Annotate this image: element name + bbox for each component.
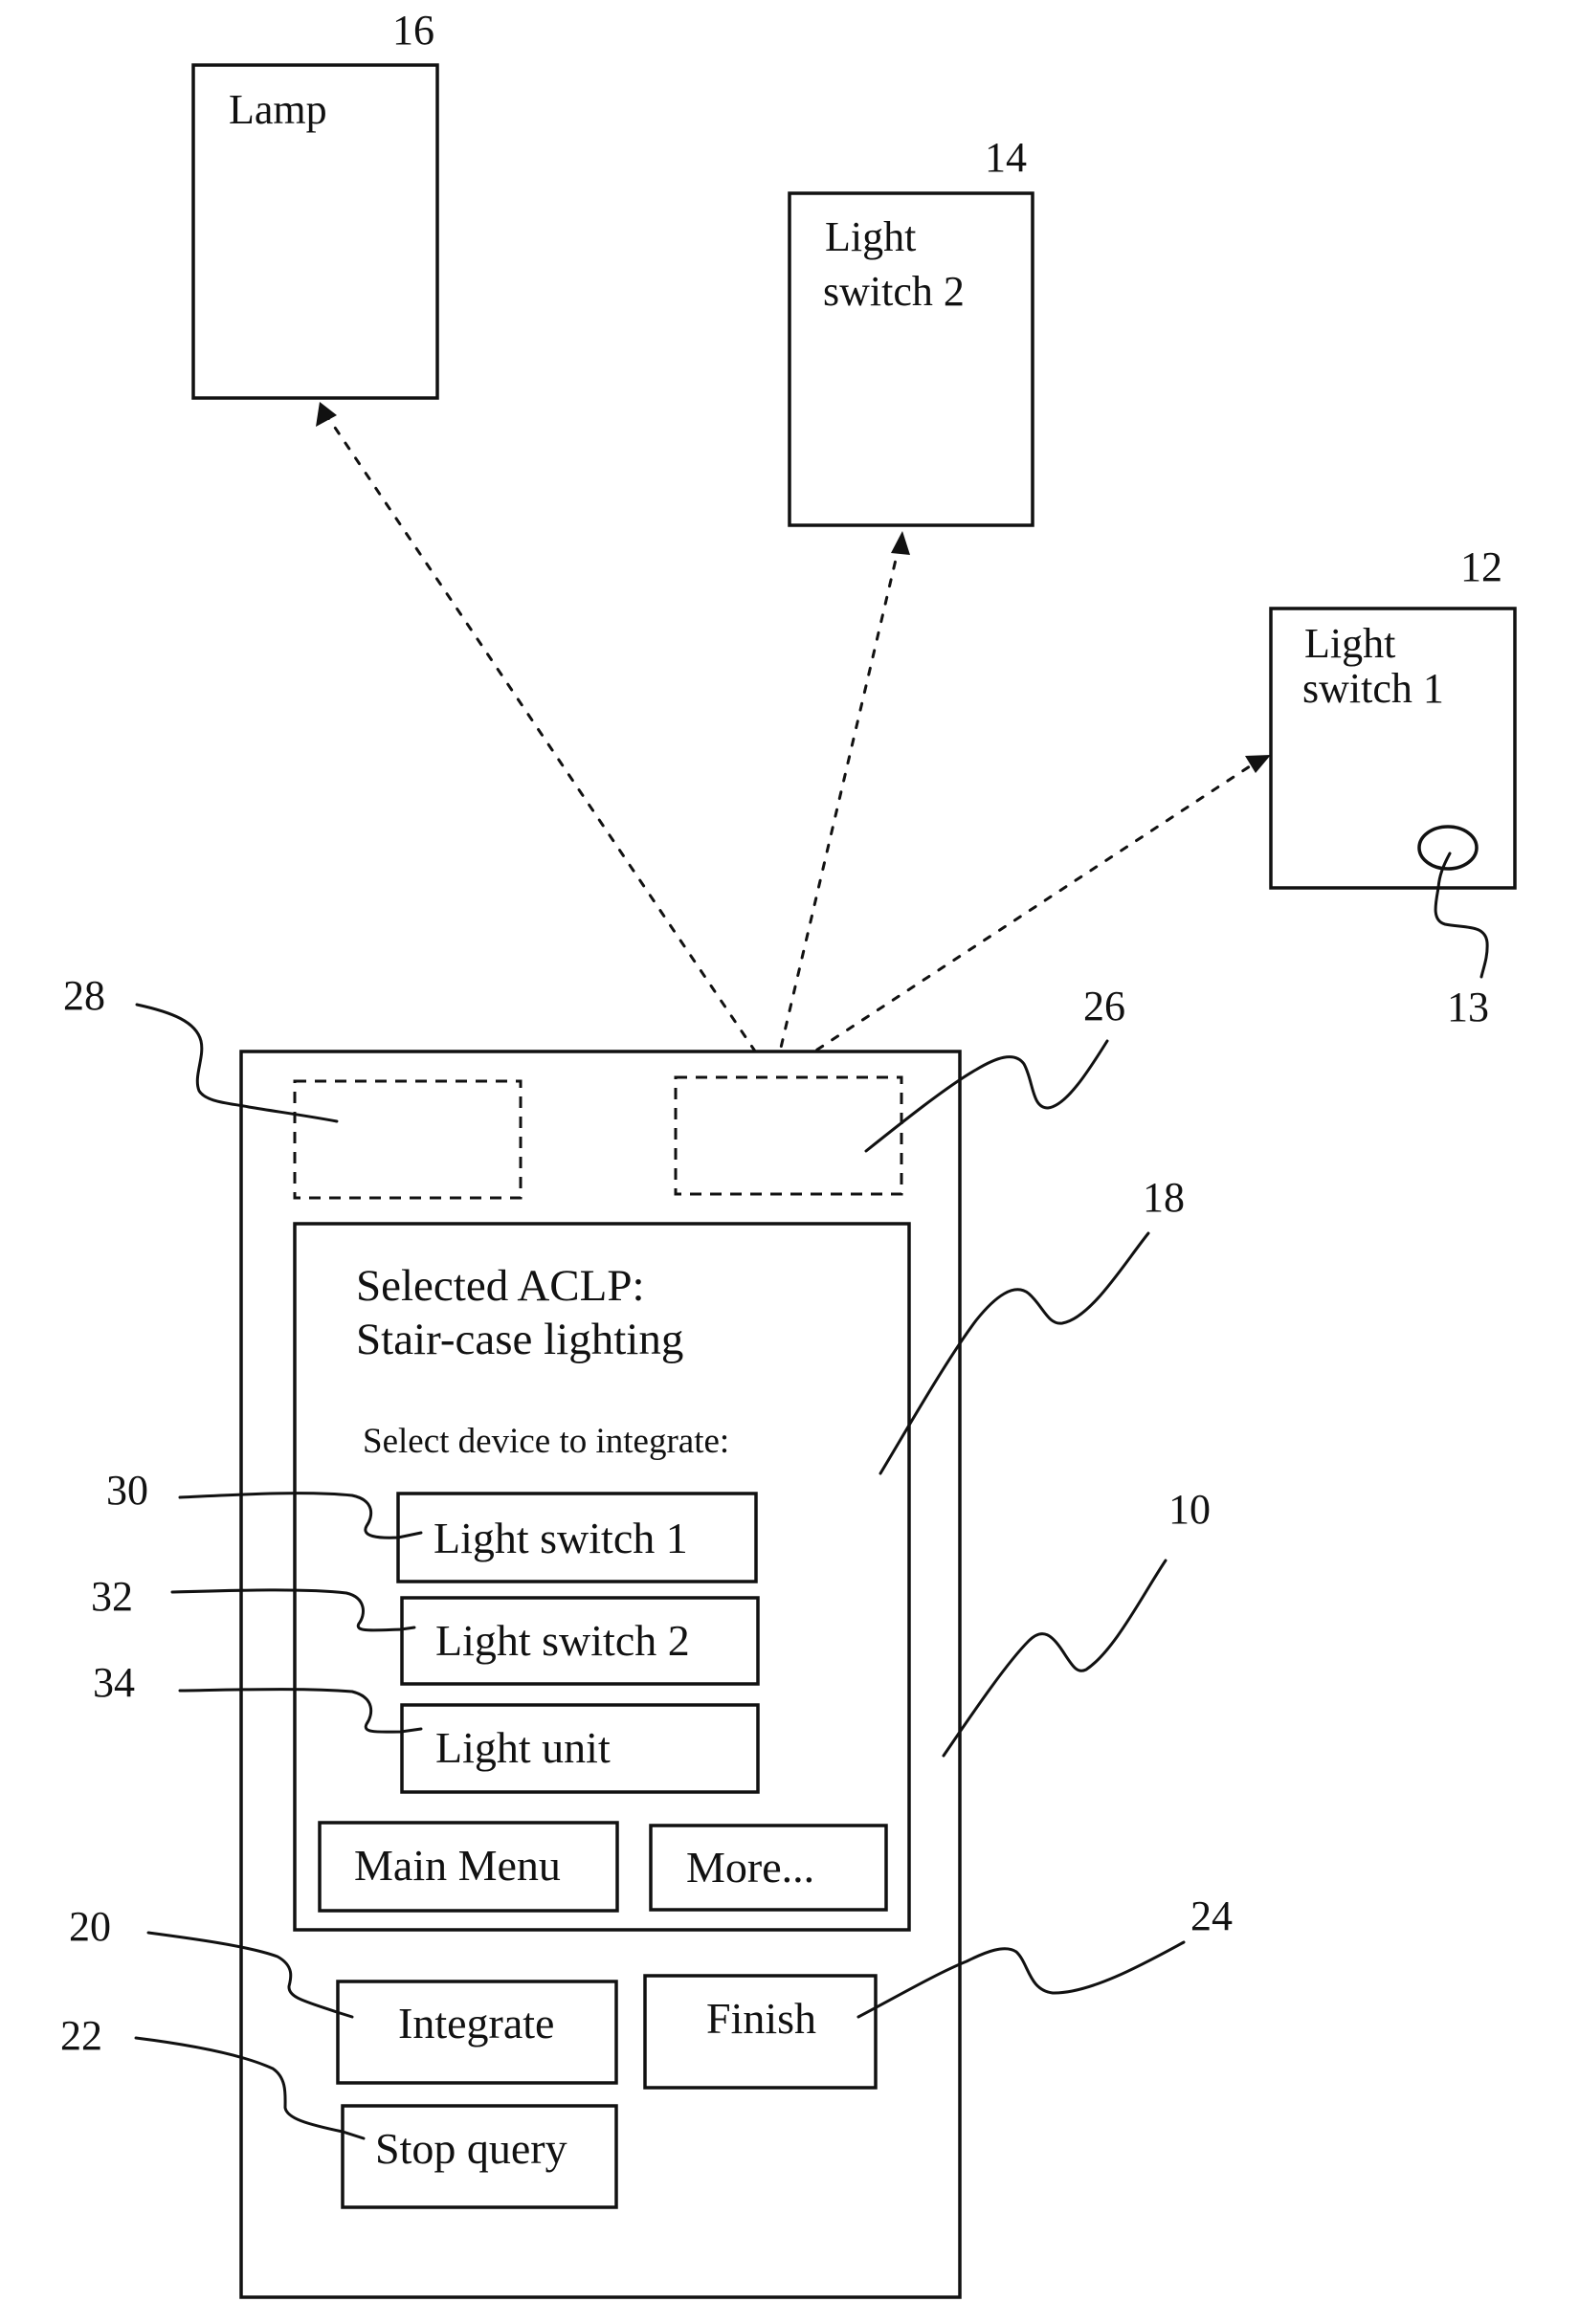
switch-button-icon[interactable]: [1417, 825, 1479, 871]
ref-32: 32: [91, 1573, 133, 1620]
ref-24: 24: [1190, 1892, 1233, 1939]
option-light-switch-1[interactable]: Light switch 1: [396, 1492, 758, 1583]
ref-26: 26: [1083, 983, 1125, 1029]
phone-device: Selected ACLP: Stair-case lighting Selec…: [239, 1050, 962, 2299]
patent-figure: Lamp 16 Light switch 2 14 Light switch 1…: [60, 7, 1517, 2299]
integrate-label: Integrate: [398, 1999, 554, 2047]
finish-button[interactable]: Finish: [643, 1974, 878, 2090]
option-light-switch-2[interactable]: Light switch 2: [400, 1596, 760, 1686]
screen-title-line2: Stair-case lighting: [356, 1315, 683, 1364]
link-to-light-switch-2: [775, 542, 901, 1066]
ref-30: 30: [106, 1467, 148, 1514]
main-menu-button[interactable]: Main Menu: [318, 1821, 619, 1913]
light-switch-2-label-line1: Light: [825, 213, 916, 260]
arrowhead-lamp-icon: [316, 402, 337, 427]
screen-prompt: Select device to integrate:: [363, 1422, 729, 1461]
screen-title-line1: Selected ACLP:: [356, 1261, 645, 1311]
option-light-switch-2-label: Light switch 2: [435, 1616, 690, 1665]
arrowhead-light-switch-1-icon: [1245, 755, 1271, 773]
ref-13: 13: [1447, 984, 1489, 1030]
more-button[interactable]: More...: [649, 1824, 888, 1912]
phone-screen: Selected ACLP: Stair-case lighting Selec…: [293, 1222, 911, 1932]
stop-query-label: Stop query: [375, 2124, 567, 2173]
device-light-switch-2[interactable]: Light switch 2: [788, 191, 1034, 527]
ref-16: 16: [392, 7, 434, 54]
ref-28: 28: [63, 972, 105, 1019]
link-to-light-switch-1: [785, 761, 1257, 1072]
option-light-unit-label: Light unit: [435, 1723, 611, 1772]
option-light-switch-1-label: Light switch 1: [434, 1514, 688, 1562]
ref-18: 18: [1143, 1174, 1185, 1221]
ref-10: 10: [1168, 1486, 1211, 1533]
integrate-button[interactable]: Integrate: [336, 1980, 618, 2085]
device-light-switch-1[interactable]: Light switch 1: [1269, 607, 1517, 890]
finish-label: Finish: [706, 1994, 816, 2043]
lamp-label: Lamp: [229, 86, 327, 133]
link-to-lamp: [323, 411, 767, 1069]
ref-14: 14: [985, 134, 1027, 181]
stop-query-button[interactable]: Stop query: [341, 2104, 618, 2209]
main-menu-label: Main Menu: [354, 1841, 561, 1890]
ref-22: 22: [60, 2012, 102, 2059]
light-switch-1-label-line2: switch 1: [1302, 665, 1444, 712]
ref-20: 20: [69, 1903, 111, 1950]
option-light-unit[interactable]: Light unit: [400, 1703, 760, 1794]
ref-34: 34: [93, 1659, 135, 1706]
light-switch-2-label-line2: switch 2: [823, 268, 965, 315]
ref-12: 12: [1460, 543, 1502, 590]
leader-10: [942, 1559, 1168, 1758]
light-switch-1-label-line1: Light: [1304, 620, 1395, 667]
arrowhead-light-switch-2-icon: [891, 531, 910, 555]
more-label: More...: [686, 1843, 814, 1892]
device-lamp[interactable]: Lamp: [191, 63, 439, 400]
